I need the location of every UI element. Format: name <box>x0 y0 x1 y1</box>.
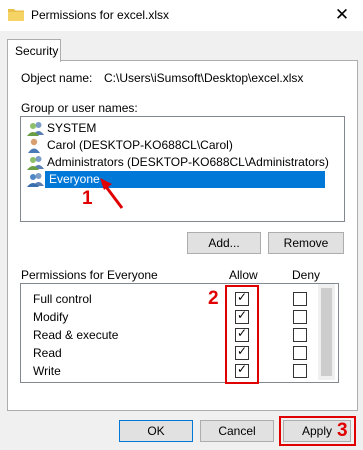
deny-checkbox[interactable] <box>293 310 307 324</box>
permission-row: Full control ✓ <box>21 289 321 307</box>
deny-checkbox[interactable] <box>293 292 307 306</box>
permission-row: Read & execute ✓ <box>21 325 321 343</box>
list-item[interactable]: Carol (DESKTOP-KO688CL\Carol) <box>27 137 343 154</box>
user-name: Carol (DESKTOP-KO688CL\Carol) <box>47 138 233 152</box>
list-item[interactable]: Administrators (DESKTOP-KO688CL\Administ… <box>27 154 343 171</box>
ok-button[interactable]: OK <box>119 420 193 442</box>
annotation-arrow-icon <box>100 178 124 209</box>
permission-row: Modify ✓ <box>21 307 321 325</box>
permission-label: Read & execute <box>33 328 119 342</box>
permissions-list[interactable]: Full control ✓ Modify ✓ Read & execute ✓… <box>20 283 339 383</box>
deny-checkbox[interactable] <box>293 328 307 342</box>
permission-label: Full control <box>33 292 92 306</box>
tab-label: Security <box>15 44 59 58</box>
window-title: Permissions for excel.xlsx <box>31 8 170 22</box>
permission-label: Modify <box>33 310 69 324</box>
allow-header: Allow <box>229 268 258 282</box>
add-button[interactable]: Add... <box>187 232 261 254</box>
remove-button[interactable]: Remove <box>268 232 344 254</box>
annotation-number: 3 <box>337 420 348 441</box>
users-list[interactable]: SYSTEM Carol (DESKTOP-KO688CL\Carol) Adm… <box>20 116 345 222</box>
users-icon <box>27 173 44 187</box>
object-name-label: Object name: <box>21 71 93 85</box>
permissions-scrollbar[interactable] <box>318 284 335 380</box>
annotation-highlight-box <box>225 285 259 384</box>
annotation-number: 2 <box>208 288 219 309</box>
user-name: Everyone <box>45 171 325 188</box>
close-icon[interactable]: ✕ <box>331 4 353 26</box>
users-icon <box>27 122 44 136</box>
tab-security[interactable]: Security <box>7 39 61 62</box>
permissions-label: Permissions for Everyone <box>21 268 158 282</box>
user-icon <box>28 138 40 153</box>
folder-icon <box>8 9 24 21</box>
scrollbar-thumb[interactable] <box>321 288 332 376</box>
list-item[interactable]: SYSTEM <box>27 120 343 137</box>
deny-header: Deny <box>292 268 321 282</box>
annotation-number: 1 <box>82 188 93 209</box>
deny-checkbox[interactable] <box>293 364 307 378</box>
deny-checkbox[interactable] <box>293 346 307 360</box>
list-item-selected[interactable]: Everyone <box>27 171 343 188</box>
user-name: SYSTEM <box>47 121 97 135</box>
users-icon <box>27 156 44 170</box>
group-names-label: Group or user names: <box>21 101 138 115</box>
permission-row: Write ✓ <box>21 361 321 379</box>
object-name-value: C:\Users\iSumsoft\Desktop\excel.xlsx <box>104 71 304 85</box>
permission-label: Write <box>33 364 61 378</box>
cancel-button[interactable]: Cancel <box>200 420 274 442</box>
permission-label: Read <box>33 346 62 360</box>
permission-row: Read ✓ <box>21 343 321 361</box>
user-name: Administrators (DESKTOP-KO688CL\Administ… <box>47 155 329 169</box>
